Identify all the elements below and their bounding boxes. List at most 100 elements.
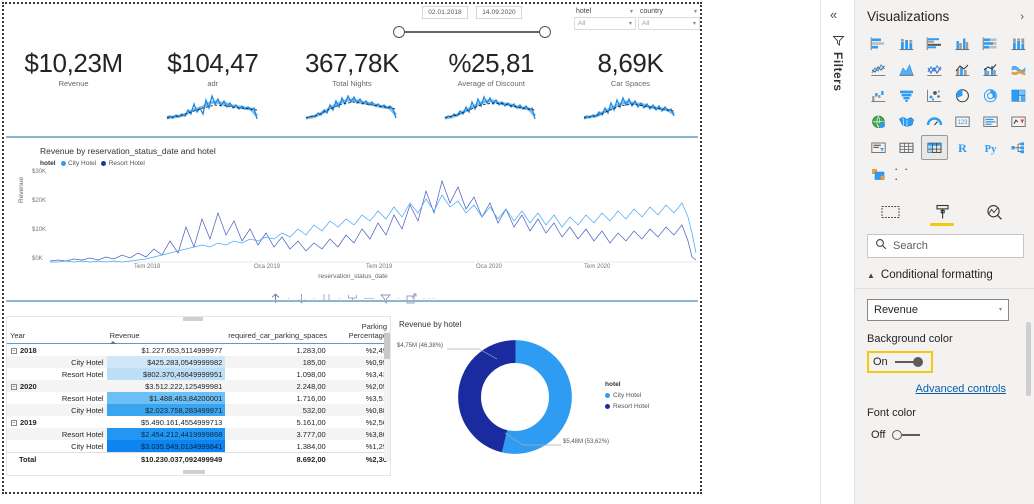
- line-chart-icon[interactable]: [865, 57, 892, 82]
- line-chart-visual[interactable]: Revenue by reservation_status_date and h…: [6, 140, 700, 300]
- expand-filters-pane-icon[interactable]: «: [830, 8, 837, 21]
- multi-row-card-icon[interactable]: [977, 109, 1004, 134]
- table-row[interactable]: Resort Hotel $802.370,45649999951 1.098,…: [7, 368, 390, 380]
- gauge-icon[interactable]: [921, 109, 948, 134]
- column-header-parking-percentage[interactable]: Parking Percentage: [328, 317, 390, 344]
- kpi-card-revenue[interactable]: $10,23M Revenue: [4, 48, 143, 136]
- tab-fields[interactable]: [877, 200, 903, 224]
- area-chart-icon[interactable]: [893, 57, 920, 82]
- donut-chart-visual[interactable]: Revenue by hotel $4,75M (46,38%) $5,48M …: [393, 316, 700, 476]
- filter-icon[interactable]: [379, 292, 392, 305]
- chevron-up-icon[interactable]: ▲: [867, 271, 875, 280]
- chevron-down-icon[interactable]: ▾: [693, 21, 696, 27]
- advanced-controls-link[interactable]: Advanced controls: [867, 383, 1007, 395]
- scatter-chart-icon[interactable]: [921, 83, 948, 108]
- waterfall-chart-icon[interactable]: [865, 83, 892, 108]
- table-icon[interactable]: [893, 135, 920, 160]
- tab-format[interactable]: [929, 200, 955, 226]
- filters-pane-collapsed[interactable]: « Filters: [820, 0, 854, 504]
- date-end-input[interactable]: 14.09.2020: [476, 6, 522, 19]
- collapse-icon[interactable]: −: [11, 347, 17, 354]
- pie-chart-icon[interactable]: [949, 83, 976, 108]
- drill-down-icon[interactable]: [295, 292, 308, 305]
- toggle-switch-off-icon[interactable]: [892, 430, 921, 440]
- conditional-formatting-field-select[interactable]: Revenue ▾: [867, 299, 1009, 321]
- ribbon-chart-icon[interactable]: [1005, 57, 1032, 82]
- filled-map-icon[interactable]: [893, 109, 920, 134]
- clustered-column-chart-icon[interactable]: [949, 31, 976, 56]
- legend-item-city-hotel[interactable]: City Hotel: [60, 160, 96, 167]
- 100-percent-stacked-bar-chart-icon[interactable]: [977, 31, 1004, 56]
- 100-percent-stacked-column-chart-icon[interactable]: [1005, 31, 1032, 56]
- conditional-formatting-section-header[interactable]: ▲ Conditional formatting: [855, 258, 1034, 289]
- drill-up-icon[interactable]: [269, 292, 282, 305]
- legend-item-resort-hotel[interactable]: Resort Hotel: [605, 403, 649, 410]
- include-hierarchy-icon[interactable]: [346, 292, 359, 305]
- font-color-toggle[interactable]: Off: [867, 426, 928, 444]
- chevron-down-icon[interactable]: ▾: [629, 21, 632, 27]
- matrix-icon[interactable]: [921, 135, 948, 160]
- table-row[interactable]: City Hotel $3.035.949,0134999841 1.384,0…: [7, 440, 390, 453]
- chevron-down-icon[interactable]: ▾: [999, 307, 1002, 313]
- kpi-card-total-nights[interactable]: 367,78K Total Nights: [282, 48, 421, 136]
- kpi-card-adr[interactable]: $104,47 adr: [143, 48, 282, 136]
- legend-item-resort-hotel[interactable]: Resort Hotel: [101, 160, 145, 167]
- slider-handle-start[interactable]: [393, 26, 405, 38]
- table-row[interactable]: Resort Hotel $2.454.212,4419999868 3.777…: [7, 428, 390, 440]
- table-row[interactable]: −2020 $3.512.222,125499981 2.248,00 %2,0…: [7, 380, 390, 392]
- funnel-chart-icon[interactable]: [893, 83, 920, 108]
- matrix-resize-grip-bottom[interactable]: [183, 470, 205, 474]
- slider-handle-end[interactable]: [539, 26, 551, 38]
- table-row[interactable]: City Hotel $2.023.758,283499971 532,00 %…: [7, 404, 390, 416]
- slicer-icon[interactable]: [865, 135, 892, 160]
- collapse-visualizations-pane-icon[interactable]: ›: [1020, 11, 1024, 23]
- drill-toolbar[interactable]: · · · — · · · ·: [4, 292, 700, 305]
- format-search-input[interactable]: Search: [867, 234, 1024, 258]
- table-row[interactable]: Resort Hotel $1.488.463,84200001 1.716,0…: [7, 392, 390, 404]
- hotel-slicer[interactable]: hotel ▾ All ▾: [574, 7, 636, 30]
- date-range-slider[interactable]: [393, 26, 551, 38]
- column-header-revenue[interactable]: Revenue: [106, 317, 226, 344]
- column-header-year[interactable]: Year: [7, 317, 107, 344]
- matrix-vertical-scrollbar[interactable]: [384, 331, 390, 461]
- more-visuals-icon[interactable]: · · ·: [893, 161, 920, 186]
- hotel-slicer-dropdown[interactable]: All ▾: [574, 17, 636, 30]
- card-icon[interactable]: 123: [949, 109, 976, 134]
- python-visual-icon[interactable]: Py: [977, 135, 1004, 160]
- decomposition-tree-icon[interactable]: [1005, 135, 1032, 160]
- matrix-visual[interactable]: Year Revenue required_car_parking_spaces…: [6, 316, 391, 476]
- focus-mode-icon[interactable]: [405, 292, 418, 305]
- column-header-required-car-parking-spaces[interactable]: required_car_parking_spaces: [225, 317, 329, 344]
- collapse-icon[interactable]: −: [11, 383, 17, 390]
- table-row[interactable]: City Hotel $425.283,0549999982 185,00 %0…: [7, 356, 390, 368]
- table-row[interactable]: −2018 $1.227.653,5114999977 1.283,00 %2,…: [7, 344, 390, 357]
- date-start-input[interactable]: 02.01.2018: [422, 6, 468, 19]
- legend-item-city-hotel[interactable]: City Hotel: [605, 392, 649, 399]
- stacked-bar-chart-icon[interactable]: [865, 31, 892, 56]
- line-and-clustered-column-chart-icon[interactable]: [977, 57, 1004, 82]
- kpi-card-car-spaces[interactable]: 8,69K Car Spaces: [561, 48, 700, 136]
- tab-analytics[interactable]: [981, 200, 1007, 224]
- map-icon[interactable]: [865, 109, 892, 134]
- stacked-area-chart-icon[interactable]: [921, 57, 948, 82]
- country-slicer-dropdown[interactable]: All ▾: [638, 17, 700, 30]
- stacked-column-chart-icon[interactable]: [893, 31, 920, 56]
- key-influencers-icon[interactable]: [865, 161, 892, 186]
- date-range-slicer[interactable]: 02.01.2018 14.09.2020: [387, 6, 557, 38]
- clustered-bar-chart-icon[interactable]: [921, 31, 948, 56]
- kpi-card-average-of-discount[interactable]: %25,81 Average of Discount: [422, 48, 561, 136]
- treemap-icon[interactable]: [1005, 83, 1032, 108]
- background-color-toggle[interactable]: On: [867, 351, 933, 373]
- expand-next-level-icon[interactable]: [320, 292, 333, 305]
- r-script-visual-icon[interactable]: R: [949, 135, 976, 160]
- chevron-down-icon[interactable]: ▾: [694, 9, 697, 15]
- scrollbar-thumb[interactable]: [384, 333, 390, 359]
- toggle-switch-on-icon[interactable]: [894, 357, 923, 367]
- chevron-down-icon[interactable]: ▾: [630, 9, 633, 15]
- kpi-icon[interactable]: [1005, 109, 1032, 134]
- line-and-stacked-column-chart-icon[interactable]: [949, 57, 976, 82]
- country-slicer[interactable]: country ▾ All ▾: [638, 7, 700, 30]
- donut-chart-icon[interactable]: [977, 83, 1004, 108]
- table-row[interactable]: −2019 $5.490.161,4554999713 5.161,00 %2,…: [7, 416, 390, 428]
- format-pane-scrollbar-thumb[interactable]: [1026, 322, 1031, 396]
